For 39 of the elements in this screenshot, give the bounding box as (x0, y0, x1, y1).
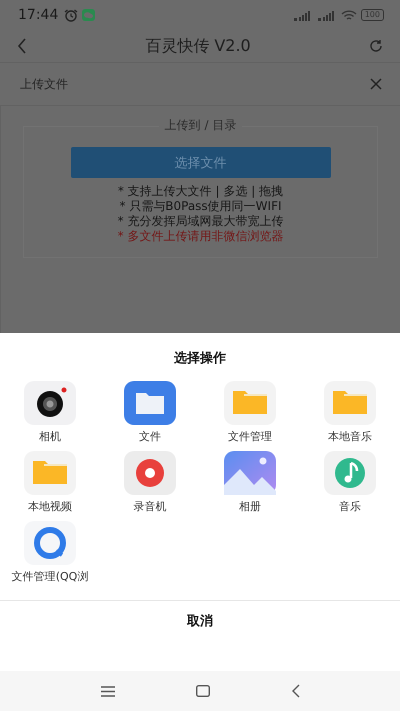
upload-note: * 只需与B0Pass使用同一WIFI (119, 199, 282, 214)
app-label: 录音机 (134, 499, 166, 514)
chat-app-icon (82, 9, 96, 21)
panel-title: 上传文件 (20, 76, 68, 92)
app-label: 相册 (239, 499, 261, 514)
record-icon[interactable] (124, 451, 176, 495)
app-label: 文件管理 (228, 429, 272, 444)
camera-icon[interactable] (24, 381, 76, 425)
refresh-icon[interactable] (368, 39, 383, 53)
close-icon[interactable] (370, 78, 382, 90)
upload-note: * 充分发挥局域网最大带宽上传 (118, 214, 284, 229)
home-icon[interactable] (196, 685, 210, 697)
app-label: 文件 (139, 429, 161, 444)
upload-note: * 支持上传大文件 | 多选 | 拖拽 (118, 184, 284, 199)
app-label: 本地视频 (28, 499, 72, 514)
back-icon[interactable] (290, 684, 300, 698)
wifi-icon (340, 10, 357, 20)
folder-icon[interactable] (224, 381, 276, 425)
folder-icon[interactable] (124, 381, 176, 425)
status-time: 17:44 (18, 7, 58, 23)
upload-note: * 多文件上传请用非微信浏览器 (118, 229, 284, 244)
upload-target: 上传到 / 目录 (158, 117, 242, 134)
app-title: 百灵快传 V2.0 (145, 36, 251, 56)
menu-icon[interactable] (100, 686, 114, 696)
signal-icon (316, 10, 337, 20)
folder-icon[interactable] (324, 381, 376, 425)
sheet-title: 选择操作 (174, 350, 226, 367)
browser-icon[interactable] (24, 521, 76, 565)
app-label: 音乐 (339, 499, 361, 514)
music-note-icon[interactable] (324, 451, 376, 495)
signal-icon (292, 10, 313, 20)
battery-indicator: 100 (360, 9, 384, 21)
alarm-icon (64, 8, 78, 22)
folder-icon[interactable] (24, 451, 76, 495)
gallery-icon[interactable] (224, 451, 276, 495)
app-label: 相机 (39, 429, 61, 444)
app-label: 文件管理(QQ浏 (12, 569, 88, 584)
back-icon[interactable] (17, 38, 27, 54)
app-label: 本地音乐 (328, 429, 372, 444)
